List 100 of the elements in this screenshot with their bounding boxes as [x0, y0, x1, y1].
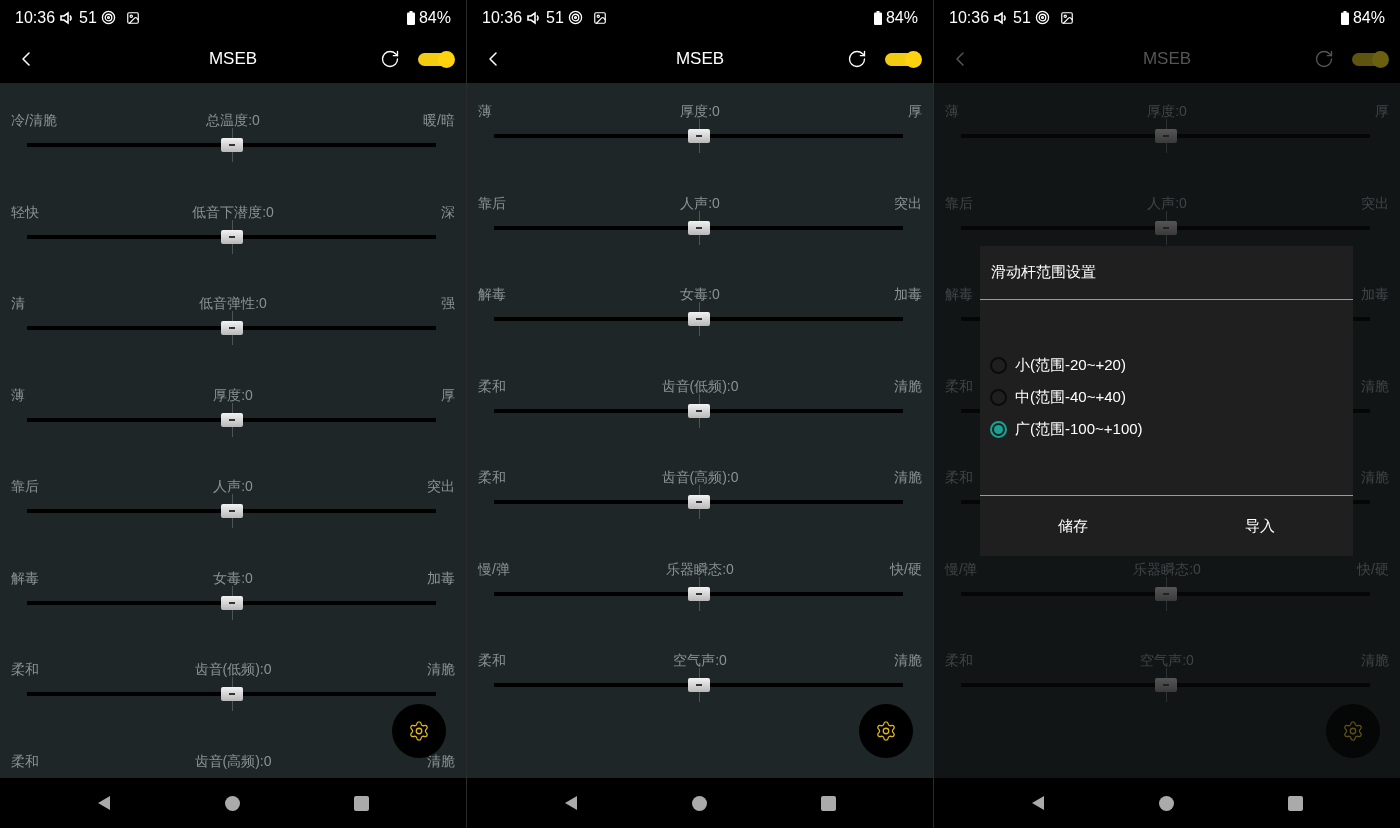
- slider-value-label: 齿音(低频):0: [194, 660, 272, 678]
- max-label: 强: [441, 294, 455, 312]
- recents-nav-icon[interactable]: [821, 795, 837, 811]
- screen-title: MSEB: [1142, 49, 1192, 68]
- slider-value-label: 女毒:0: [213, 568, 253, 587]
- recents-nav-icon[interactable]: [1288, 795, 1304, 811]
- max-label: 加毒: [427, 568, 455, 587]
- slider[interactable]: [494, 118, 903, 154]
- slider-value-label: 齿音(低频):0: [661, 376, 739, 395]
- gear-icon: [1342, 720, 1364, 742]
- min-label: 解毒: [11, 568, 39, 587]
- image-icon: [125, 10, 140, 25]
- dialog-title: 滑动杆范围设置: [990, 262, 1097, 282]
- home-nav-icon[interactable]: [225, 795, 241, 811]
- slider-thumb[interactable]: [220, 321, 243, 335]
- battery-icon: [1340, 10, 1349, 25]
- max-label: 突出: [427, 477, 455, 495]
- slider-thumb[interactable]: [687, 403, 710, 418]
- disc-icon: [567, 10, 583, 25]
- slider-thumb[interactable]: [1154, 129, 1177, 143]
- enable-switch[interactable]: [885, 52, 921, 66]
- max-label: 突出: [894, 193, 922, 212]
- slider[interactable]: [27, 584, 436, 621]
- slider-thumb[interactable]: [220, 138, 243, 152]
- slider-value-label: 低音下潜度:0: [192, 202, 274, 221]
- slider-value-label: 空气声:0: [673, 651, 727, 669]
- max-label: 清脆: [894, 376, 922, 395]
- enable-switch[interactable]: [418, 52, 454, 66]
- slider[interactable]: [27, 127, 436, 163]
- screen-title: MSEB: [208, 49, 258, 68]
- slider[interactable]: [961, 667, 1370, 703]
- back-nav-icon[interactable]: [1030, 795, 1047, 811]
- min-label: 薄: [478, 102, 492, 120]
- min-label: 柔和: [11, 751, 39, 770]
- slider[interactable]: [494, 667, 903, 703]
- home-nav-icon[interactable]: [692, 795, 708, 811]
- slider-value-label: 齿音(高频):0: [194, 751, 272, 770]
- slider-thumb[interactable]: [220, 687, 243, 701]
- min-label: 冷/清脆: [11, 111, 57, 129]
- slider-value-label: 厚度:0: [213, 385, 253, 404]
- slider-value-label: 齿音(高频):0: [661, 468, 739, 486]
- slider[interactable]: [27, 401, 436, 438]
- min-label: 柔和: [11, 660, 39, 678]
- slider[interactable]: [27, 493, 436, 529]
- min-label: 柔和: [478, 468, 506, 486]
- slider-thumb[interactable]: [1154, 586, 1177, 601]
- back-nav-icon[interactable]: [563, 795, 580, 811]
- max-label: 暖/暗: [423, 111, 455, 129]
- disc-icon: [1034, 10, 1050, 25]
- range-option[interactable]: 小(范围-20~+20): [990, 356, 1126, 375]
- slider-thumb[interactable]: [220, 229, 243, 244]
- slider-thumb[interactable]: [687, 495, 710, 509]
- min-label: 靠后: [11, 477, 39, 495]
- slider-thumb[interactable]: [687, 220, 710, 235]
- slider[interactable]: [494, 575, 903, 612]
- battery-icon: [406, 10, 415, 25]
- slider[interactable]: [494, 209, 903, 246]
- slider[interactable]: [494, 301, 903, 337]
- back-nav-icon[interactable]: [96, 795, 113, 811]
- slider-value-label: 乐器瞬态:0: [666, 559, 734, 578]
- slider[interactable]: [27, 676, 436, 712]
- slider-thumb[interactable]: [220, 504, 243, 518]
- slider[interactable]: [27, 218, 436, 255]
- clock: 10:36: [15, 8, 56, 27]
- min-label: 清: [11, 294, 25, 312]
- radio-button[interactable]: [990, 421, 1007, 438]
- range-option[interactable]: 中(范围-40~+40): [990, 388, 1126, 407]
- enable-switch[interactable]: [1352, 52, 1388, 66]
- slider-thumb[interactable]: [1154, 220, 1177, 235]
- slider-thumb[interactable]: [220, 595, 243, 610]
- slider-thumb[interactable]: [687, 678, 710, 692]
- battery-icon: [873, 10, 882, 25]
- gear-icon: [875, 720, 897, 742]
- slider[interactable]: [494, 392, 903, 429]
- min-label: 薄: [11, 385, 25, 404]
- dialog-button[interactable]: 储存: [980, 496, 1167, 556]
- volume-level: 51: [79, 8, 97, 27]
- slider-thumb[interactable]: [687, 312, 710, 326]
- home-nav-icon[interactable]: [1159, 795, 1175, 811]
- slider[interactable]: [961, 209, 1370, 246]
- disc-icon: [100, 10, 116, 25]
- range-option[interactable]: 广(范围-100~+100): [990, 420, 1143, 439]
- volume-level: 51: [546, 8, 564, 27]
- slider[interactable]: [961, 575, 1370, 612]
- min-label: 轻快: [11, 202, 39, 221]
- slider[interactable]: [494, 484, 903, 520]
- dialog-button[interactable]: 导入: [1166, 496, 1353, 556]
- slider-thumb[interactable]: [1154, 678, 1177, 692]
- slider-value-label: 总温度:0: [206, 111, 260, 129]
- slider-value-label: 人声:0: [213, 477, 253, 495]
- min-label: 慢/弹: [478, 559, 510, 578]
- battery-percent: 84%: [418, 8, 451, 27]
- max-label: 清脆: [427, 751, 455, 770]
- slider-thumb[interactable]: [687, 586, 710, 601]
- slider-thumb[interactable]: [687, 129, 710, 143]
- slider[interactable]: [27, 310, 436, 346]
- slider[interactable]: [961, 118, 1370, 154]
- recents-nav-icon[interactable]: [354, 795, 370, 811]
- slider-thumb[interactable]: [220, 412, 243, 427]
- settings-button[interactable]: [859, 704, 913, 758]
